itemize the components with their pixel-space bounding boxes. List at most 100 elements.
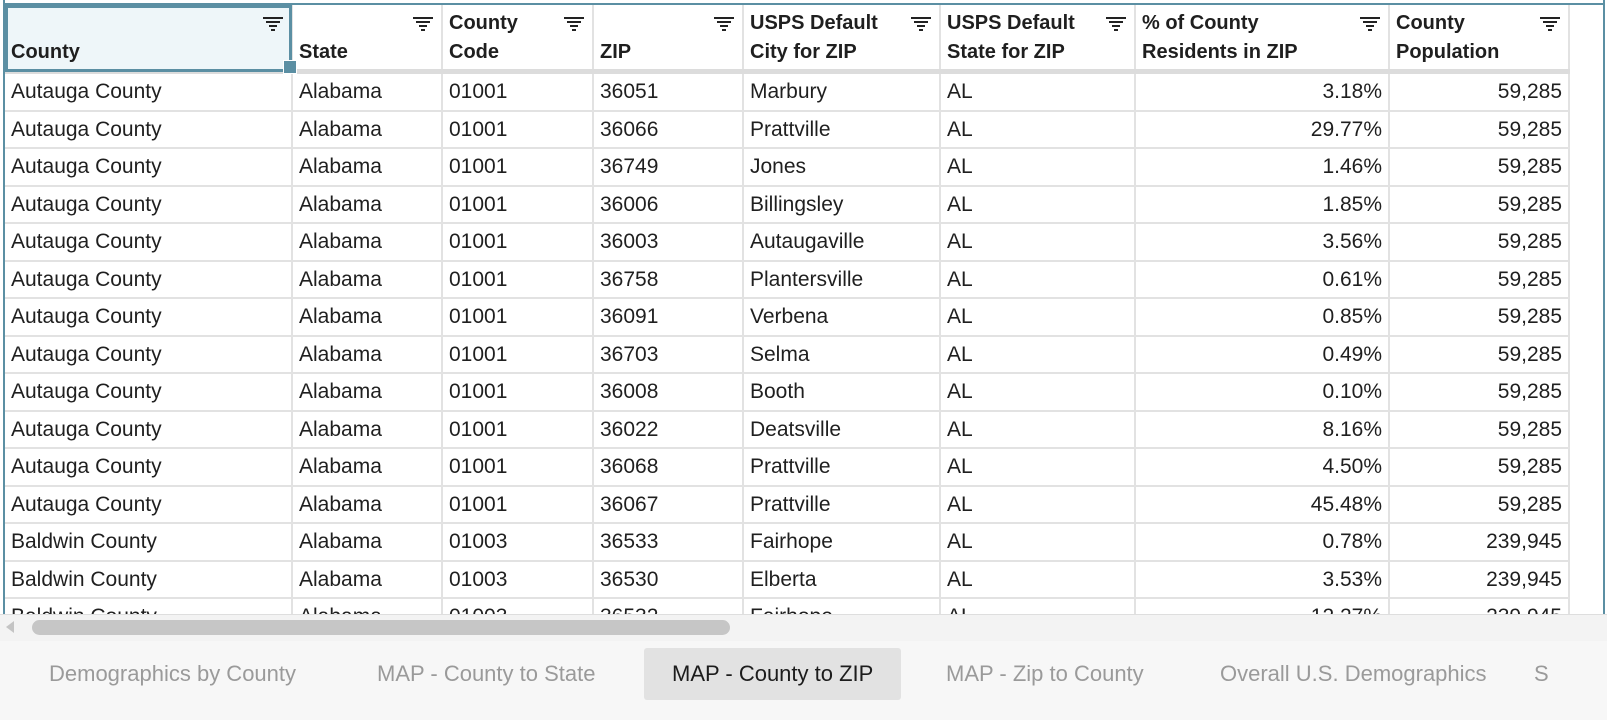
scrollbar-thumb[interactable] (32, 620, 730, 635)
table-cell[interactable]: Alabama (292, 523, 443, 562)
table-cell[interactable]: 239,945 (1389, 560, 1570, 599)
table-cell[interactable]: 59,285 (1389, 298, 1570, 337)
table-cell[interactable]: Verbena (743, 298, 941, 337)
table-cell[interactable]: Alabama (292, 410, 443, 449)
table-cell[interactable]: AL (940, 71, 1136, 112)
column-header-usps-default-state-for-zip[interactable]: USPS Default State for ZIP (940, 5, 1136, 74)
table-cell[interactable]: 8.16% (1135, 410, 1390, 449)
sheet-tab-map-zip-to-county[interactable]: MAP - Zip to County (918, 648, 1172, 700)
table-cell[interactable]: Alabama (292, 223, 443, 262)
filter-icon[interactable] (263, 17, 283, 31)
column-header-of-county-residents-in-zip[interactable]: % of County Residents in ZIP (1135, 5, 1390, 74)
table-cell[interactable]: 01001 (442, 110, 594, 149)
scroll-left-arrow-icon[interactable] (6, 621, 14, 633)
table-cell[interactable]: 59,285 (1389, 373, 1570, 412)
table-cell[interactable]: Jones (743, 148, 941, 187)
table-cell[interactable]: Autauga County (5, 148, 293, 187)
filter-icon[interactable] (1360, 17, 1380, 31)
table-cell[interactable]: Deatsville (743, 410, 941, 449)
column-header-zip[interactable]: ZIP (593, 5, 744, 74)
filter-icon[interactable] (1106, 17, 1126, 31)
table-cell[interactable]: 36008 (593, 373, 744, 412)
table-cell[interactable]: 0.49% (1135, 335, 1390, 374)
table-cell[interactable]: Selma (743, 335, 941, 374)
table-cell[interactable]: 36051 (593, 71, 744, 112)
table-cell[interactable]: 01001 (442, 260, 594, 299)
table-cell[interactable]: 01001 (442, 448, 594, 487)
table-cell[interactable]: AL (940, 448, 1136, 487)
table-cell[interactable]: Autauga County (5, 223, 293, 262)
table-cell[interactable]: 0.85% (1135, 298, 1390, 337)
table-cell[interactable]: AL (940, 598, 1136, 614)
table-cell[interactable]: Billingsley (743, 185, 941, 224)
table-cell[interactable]: 36066 (593, 110, 744, 149)
filter-icon[interactable] (413, 17, 433, 31)
table-cell[interactable]: 1.46% (1135, 148, 1390, 187)
table-cell[interactable]: 59,285 (1389, 185, 1570, 224)
table-cell[interactable]: 59,285 (1389, 71, 1570, 112)
table-cell[interactable]: 239,945 (1389, 523, 1570, 562)
table-cell[interactable]: 36022 (593, 410, 744, 449)
column-header-state[interactable]: State (292, 5, 443, 74)
table-cell[interactable]: Alabama (292, 373, 443, 412)
table-cell[interactable]: 01001 (442, 335, 594, 374)
table-cell[interactable]: AL (940, 223, 1136, 262)
table-cell[interactable]: AL (940, 410, 1136, 449)
table-cell[interactable]: 59,285 (1389, 110, 1570, 149)
sheet-tab-s[interactable]: S (1506, 648, 1577, 700)
table-cell[interactable]: 36749 (593, 148, 744, 187)
table-cell[interactable]: AL (940, 523, 1136, 562)
table-cell[interactable]: 36067 (593, 485, 744, 524)
table-cell[interactable]: AL (940, 148, 1136, 187)
table-cell[interactable]: 36003 (593, 223, 744, 262)
table-cell[interactable]: 59,285 (1389, 223, 1570, 262)
table-cell[interactable]: 01003 (442, 560, 594, 599)
table-cell[interactable]: Alabama (292, 110, 443, 149)
table-cell[interactable]: 01001 (442, 298, 594, 337)
fill-handle[interactable] (283, 60, 297, 74)
table-cell[interactable]: 01001 (442, 71, 594, 112)
column-header-county-code[interactable]: County Code (442, 5, 594, 74)
table-cell[interactable]: 45.48% (1135, 485, 1390, 524)
table-cell[interactable]: 29.77% (1135, 110, 1390, 149)
table-cell[interactable]: Alabama (292, 598, 443, 614)
table-cell[interactable]: 59,285 (1389, 485, 1570, 524)
sheet-tab-overall-u-s-demographics[interactable]: Overall U.S. Demographics (1192, 648, 1515, 700)
table-cell[interactable]: AL (940, 110, 1136, 149)
table-cell[interactable]: Fairhope (743, 598, 941, 614)
table-cell[interactable]: 239,945 (1389, 598, 1570, 614)
filter-icon[interactable] (911, 17, 931, 31)
filter-icon[interactable] (714, 17, 734, 31)
table-cell[interactable]: Prattville (743, 110, 941, 149)
table-cell[interactable]: Alabama (292, 560, 443, 599)
table-cell[interactable]: 3.18% (1135, 71, 1390, 112)
table-cell[interactable]: AL (940, 298, 1136, 337)
table-cell[interactable]: Autaugaville (743, 223, 941, 262)
table-cell[interactable]: 01003 (442, 523, 594, 562)
table-cell[interactable]: AL (940, 260, 1136, 299)
sheet-tab-map-county-to-zip[interactable]: MAP - County to ZIP (644, 648, 902, 700)
table-cell[interactable]: Elberta (743, 560, 941, 599)
table-cell[interactable]: 59,285 (1389, 448, 1570, 487)
sheet-tab-demographics-by-county[interactable]: Demographics by County (21, 648, 324, 700)
table-cell[interactable]: 12.27% (1135, 598, 1390, 614)
sheet-tab-map-county-to-state[interactable]: MAP - County to State (349, 648, 623, 700)
table-cell[interactable]: Alabama (292, 71, 443, 112)
horizontal-scrollbar[interactable] (0, 614, 1607, 642)
table-cell[interactable]: Autauga County (5, 185, 293, 224)
table-cell[interactable]: Alabama (292, 485, 443, 524)
table-cell[interactable]: Autauga County (5, 298, 293, 337)
table-cell[interactable]: 36530 (593, 560, 744, 599)
table-cell[interactable]: AL (940, 560, 1136, 599)
table-cell[interactable]: 36533 (593, 523, 744, 562)
table-cell[interactable]: 01001 (442, 185, 594, 224)
table-cell[interactable]: AL (940, 335, 1136, 374)
table-cell[interactable]: 0.10% (1135, 373, 1390, 412)
table-cell[interactable]: 0.61% (1135, 260, 1390, 299)
table-cell[interactable]: Fairhope (743, 523, 941, 562)
table-cell[interactable]: 36006 (593, 185, 744, 224)
table-cell[interactable]: 36703 (593, 335, 744, 374)
table-cell[interactable]: Alabama (292, 185, 443, 224)
table-cell[interactable]: 01001 (442, 148, 594, 187)
table-cell[interactable]: 36758 (593, 260, 744, 299)
